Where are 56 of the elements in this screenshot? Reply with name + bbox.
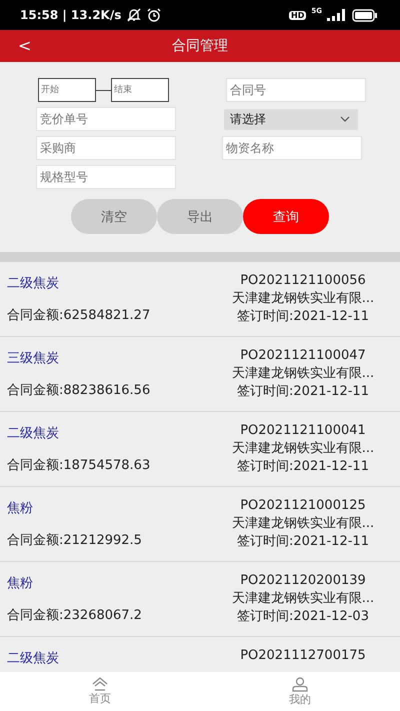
contract-amount: 合同金额:21212992.5 xyxy=(7,532,142,549)
end-date-field[interactable]: 结束 xyxy=(111,78,169,102)
material-name: 二级焦炭 xyxy=(7,425,60,442)
contract-amount: 合同金额:88238616.56 xyxy=(7,382,150,399)
query-button[interactable]: 查询 xyxy=(243,199,329,234)
po-number: PO2021121100047 xyxy=(240,347,366,365)
company-name: 天津建龙钢铁实业有限... xyxy=(232,590,374,608)
chevron-down-icon xyxy=(340,116,350,122)
sign-date: 签订时间:2021-12-11 xyxy=(237,383,369,401)
sign-date: 签订时间:2021-12-11 xyxy=(237,533,369,551)
contract-amount: 合同金额:62584821.27 xyxy=(7,307,150,324)
alarm-icon xyxy=(147,8,162,22)
tab-item[interactable]: 首页 xyxy=(0,672,200,711)
material-name: 焦粉 xyxy=(7,575,34,592)
company-name: 天津建龙钢铁实业有限... xyxy=(232,290,374,308)
material-name: 二级焦炭 xyxy=(7,650,59,667)
battery-icon xyxy=(352,8,378,22)
signal-icon xyxy=(327,9,347,21)
material-name: 二级焦炭 xyxy=(7,275,60,292)
contract-number-field[interactable]: 合同号 xyxy=(226,78,366,102)
back-button[interactable]: < xyxy=(14,34,36,57)
po-number: PO2021112700175 xyxy=(240,647,366,665)
contract-card[interactable]: 二级焦炭 合同金额:18754578.63 PO2021121100041 天津建龙钢铁实业有限... 签订时间:2021-12-11 xyxy=(0,412,400,487)
bid-number-field[interactable]: 竞价单号 xyxy=(36,107,176,131)
material-name: 焦粉 xyxy=(7,500,34,517)
sign-date: 签订时间:2021-12-11 xyxy=(237,308,369,326)
contract-amount: 合同金额:23268067.2 xyxy=(7,607,142,624)
user-icon xyxy=(292,676,308,692)
sign-date: 签订时间:2021-12-03 xyxy=(237,608,369,626)
material-name-field[interactable]: 物资名称 xyxy=(222,136,362,160)
status-dropdown[interactable]: 请选择 xyxy=(224,108,358,130)
company-name: 天津建龙钢铁实业有限... xyxy=(232,365,374,383)
action-button[interactable]: 导出 xyxy=(157,199,243,234)
po-number: PO2021121000125 xyxy=(240,497,366,515)
contract-card[interactable]: 焦粉 合同金额:23268067.2 PO2021120200139 天津建龙钢铁实业有限... 签订时间:2021-12-03 xyxy=(0,562,400,637)
action-button[interactable]: 清空 xyxy=(71,199,157,234)
hd-badge: HD xyxy=(289,10,306,20)
home-icon xyxy=(92,677,108,691)
po-number: PO2021121100056 xyxy=(240,272,366,290)
po-number: PO2021121100041 xyxy=(240,422,366,440)
company-name: 天津建龙钢铁实业有限... xyxy=(232,515,374,533)
contract-card[interactable]: 二级焦炭 合同金额:62584821.27 PO2021121100056 天津建龙钢铁实业有限... 签订时间:2021-12-11 xyxy=(0,262,400,337)
bell-muted-icon xyxy=(126,8,142,22)
contract-card[interactable]: 三级焦炭 合同金额:88238616.56 PO2021121100047 天津建龙钢铁实业有限... 签订时间:2021-12-11 xyxy=(0,337,400,412)
po-number: PO2021120200139 xyxy=(240,572,366,590)
contract-card[interactable]: 焦粉 合同金额:21212992.5 PO2021121000125 天津建龙钢铁实业有限... 签订时间:2021-12-11 xyxy=(0,487,400,562)
tab-item[interactable]: 我的 xyxy=(200,672,400,711)
page-title: 合同管理 xyxy=(172,37,228,55)
start-date-field[interactable]: 开始 xyxy=(38,78,96,102)
contract-amount: 合同金额:18754578.63 xyxy=(7,457,150,474)
spec-model-field[interactable]: 规格型号 xyxy=(36,165,176,189)
sign-date: 签订时间:2021-12-11 xyxy=(237,458,369,476)
material-name: 三级焦炭 xyxy=(7,350,60,367)
buyer-field[interactable]: 采购商 xyxy=(36,136,176,160)
company-name: 天津建龙钢铁实业有限... xyxy=(232,440,374,458)
status-time: 15:58 | 13.2K/s xyxy=(20,8,122,22)
